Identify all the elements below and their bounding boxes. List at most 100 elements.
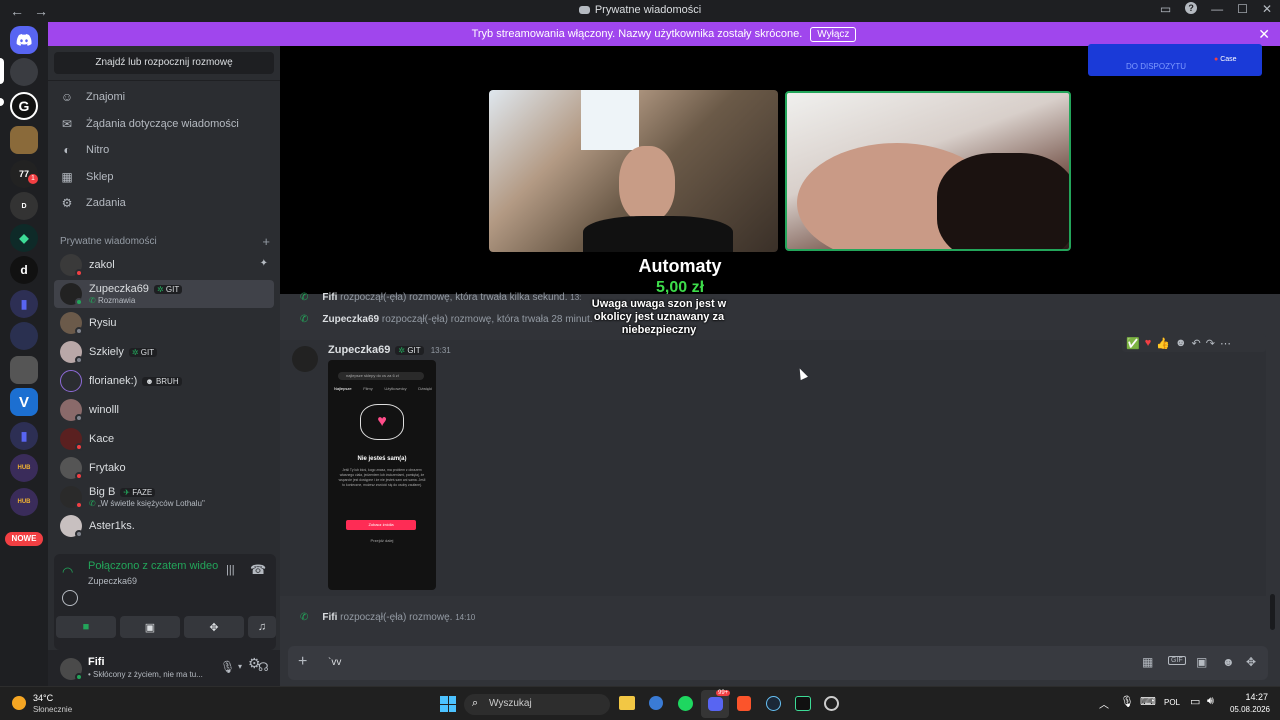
voice-channel-name[interactable]: Zupeczka69 [88,576,137,586]
server-icon[interactable]: V [10,388,38,416]
taskbar-app-active[interactable]: 99+ [701,690,731,718]
check-reaction-icon[interactable]: ✅ [1126,337,1140,350]
message-input[interactable]: + `vv ▦ GIF ▣ ☻ ✥ [288,646,1268,680]
inbox-icon[interactable]: ▭ [1160,2,1171,16]
video-tile-speaking[interactable] [785,91,1071,251]
app-icon[interactable] [795,696,811,711]
message-avatar[interactable] [292,346,318,372]
settings-gear-icon[interactable]: ⚙ [248,655,261,672]
dm-item[interactable]: zakol ✦ [54,251,274,279]
dm-item[interactable]: Zupeczka69 ✲ GIT ✆ Rozmawia [54,280,274,308]
dm-item[interactable]: florianek:) ☻ BRUH [54,367,274,395]
disable-streamer-mode-button[interactable]: Wyłącz [810,26,857,42]
close-banner-icon[interactable]: ✕ [1258,26,1270,43]
server-icon[interactable] [10,58,38,86]
message-header: Zupeczka69 ✲ GIT 13:31 [328,344,451,356]
dm-item[interactable]: Aster1ks. [54,512,274,540]
steam-icon[interactable] [766,696,781,711]
app-icon[interactable] [824,696,839,711]
chat-scrollbar[interactable] [1270,594,1275,630]
server-icon[interactable]: HUB [10,488,38,516]
server-icon[interactable]: D [10,192,38,220]
sticker-icon[interactable]: ▣ [1196,655,1207,669]
spotify-icon[interactable] [678,696,693,711]
nav-friends[interactable]: ☺ Znajomi [54,84,274,110]
forward-icon[interactable]: ↷ [1206,337,1215,350]
server-icon[interactable] [10,126,38,154]
nav-nitro[interactable]: ◐ Nitro [54,137,274,163]
folder-icon[interactable]: ▮ [10,290,38,318]
image-attachment[interactable]: najlepsze sklepy do cs za 6 zł Najlepsze… [328,360,436,590]
activities-button[interactable]: ✥ [184,616,244,638]
avatar [60,370,82,392]
taskbar-search[interactable]: ⌕ Wyszukaj [464,694,610,715]
microphone-icon[interactable]: 🎙︎ [220,660,235,674]
pin-icon[interactable]: ✦ [260,258,268,269]
create-dm-icon[interactable]: + [262,234,270,249]
dm-item[interactable]: Rysiu [54,309,274,337]
activity-status-icon[interactable] [62,590,78,606]
server-icon[interactable]: d [10,256,38,284]
start-button[interactable] [440,696,456,712]
heart-reaction-icon[interactable]: ♥ [1145,337,1152,349]
home-dm-button[interactable] [10,26,38,54]
noise-suppression-icon[interactable]: ||| [226,564,235,576]
nav-shop[interactable]: ▦ Sklep [54,164,274,190]
server-icon[interactable]: G [10,92,38,120]
more-options-icon[interactable]: ⋯ [1220,337,1231,350]
camera-button[interactable]: ■ [56,616,116,638]
keyboard-icon[interactable]: ⌨ [1140,695,1156,708]
dm-item[interactable]: Big B ✈ FAZE ✆ „W świetle księżyców Lotha… [54,483,274,511]
video-tile[interactable] [489,90,778,252]
thumbs-up-reaction-icon[interactable]: 👍 [1156,337,1170,350]
upload-plus-icon[interactable]: + [298,653,307,671]
disconnect-icon[interactable]: ☎ [250,562,266,578]
chevron-up-icon[interactable]: ︿ [1099,696,1109,711]
screen-share-icon: ▣ [144,621,156,634]
screen-share-button[interactable]: ▣ [120,616,180,638]
hair-shape [937,153,1069,249]
folder-icon[interactable]: ▮ [10,422,38,450]
server-icon[interactable] [10,322,38,350]
dm-item[interactable]: Frytako [54,454,274,482]
weather-sun-icon[interactable] [12,696,26,710]
file-explorer-icon[interactable] [619,696,635,710]
maximize-icon[interactable]: ☐ [1237,2,1248,16]
server-icon[interactable]: ◆ [10,224,38,252]
chevron-down-icon[interactable]: ▾ [238,662,242,671]
dm-header: Prywatne wiadomości + [60,234,270,249]
dm-item[interactable]: Kace [54,425,274,453]
gift-icon[interactable]: ▦ [1142,655,1153,669]
clock-date[interactable]: 05.08.2026 [1222,705,1270,714]
app-icon[interactable] [649,696,663,710]
find-conversation-button[interactable]: Znajdź lub rozpocznij rozmowę [54,52,274,74]
voice-connection-panel: ◠ Połączono z czatem wideo Zupeczka69 ||… [54,554,276,650]
new-badge[interactable]: NOWE [5,532,43,546]
reply-icon[interactable]: ↶ [1192,337,1201,350]
discord-icon [578,6,590,14]
close-window-icon[interactable]: ✕ [1262,2,1272,16]
server-icon[interactable]: HUB [10,454,38,482]
soundboard-button[interactable]: ♫ [248,616,276,638]
network-icon[interactable]: ▭ [1190,695,1200,708]
apps-icon[interactable]: ✥ [1246,655,1256,669]
emoji-icon[interactable]: ☻ [1222,655,1235,669]
gif-icon[interactable]: GIF [1168,656,1186,665]
language-indicator[interactable]: POL [1164,698,1180,707]
add-reaction-icon[interactable]: ☻ [1175,337,1187,349]
brave-icon[interactable] [737,696,751,711]
nav-message-requests[interactable]: ✉ Żądania dotyczące wiadomości [54,111,274,137]
dm-item[interactable]: winolll [54,396,274,424]
nav-quests[interactable]: ⚙ Zadania [54,190,274,216]
dm-item[interactable]: Szkiely ✲ GIT [54,338,274,366]
clock-time[interactable]: 14:27 [1232,692,1268,702]
microphone-icon[interactable]: 🎙︎ [1120,695,1134,708]
help-icon[interactable]: ? [1185,2,1198,14]
minimize-icon[interactable]: — [1211,2,1223,16]
soundboard-icon: ♫ [257,621,267,633]
phone-icon: ✆ [300,292,309,303]
call-log-entry: ✆ Fifi rozpoczął(-ęła) rozmowę, która trw… [300,292,582,303]
server-icon[interactable] [10,356,38,384]
volume-icon[interactable]: 🔊︎ [1207,695,1214,708]
phone-icon: ✆ [300,314,309,325]
